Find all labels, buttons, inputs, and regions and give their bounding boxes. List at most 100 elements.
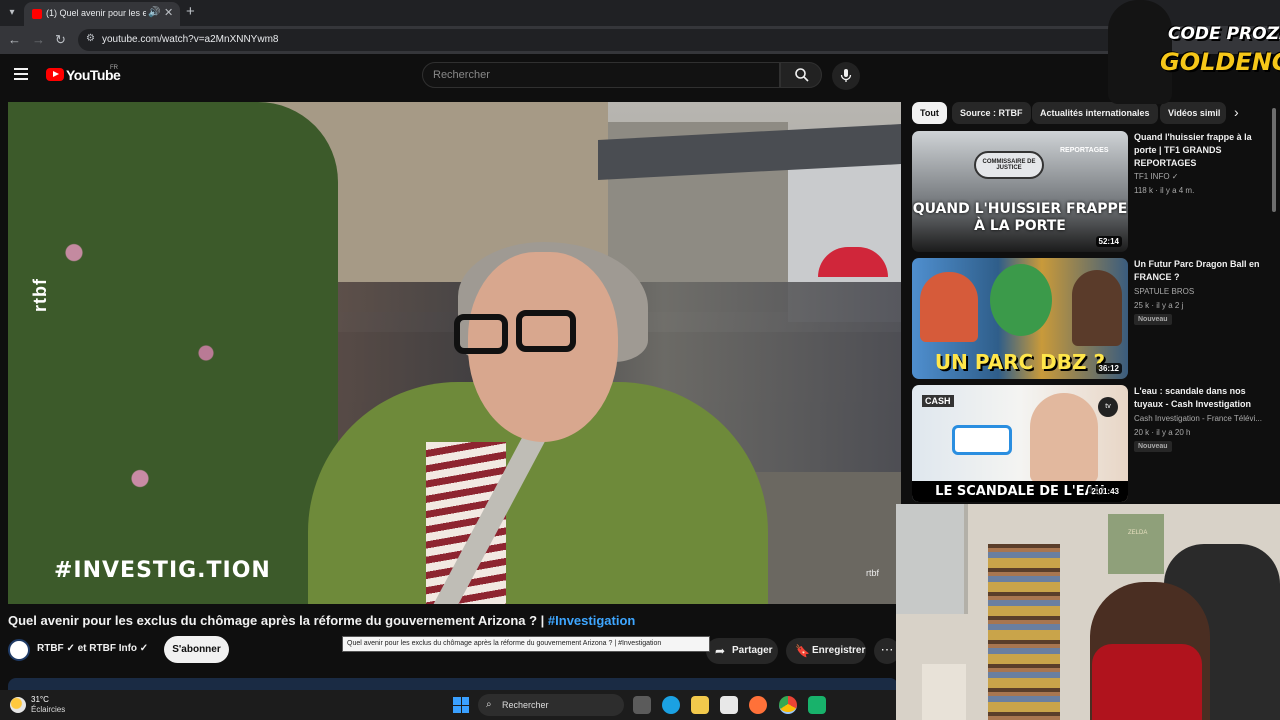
windows-taskbar: 31°C Éclaircies ⌕ Rechercher (0, 690, 896, 720)
recommendation-thumbnail[interactable]: UN PARC DBZ ? 36:12 (912, 258, 1128, 379)
chip-similar-videos[interactable]: Vidéos simil (1160, 102, 1226, 124)
browser-toolbar: ← → ↻ ⚙ youtube.com/watch?v=a2MnXNNYwm8 (0, 26, 1280, 54)
tv-logo-icon: tv (1098, 397, 1118, 417)
thumbnail-person (1030, 393, 1098, 483)
recommendation-meta: 25 k · il y a 2 j (1134, 301, 1184, 310)
new-tab-icon[interactable]: + (186, 3, 195, 20)
recommendation-thumbnail[interactable]: COMMISSAIRE DE JUSTICE REPORTAGES QUAND … (912, 131, 1128, 252)
share-button[interactable]: ➦ Partager (706, 638, 778, 664)
address-bar[interactable]: ⚙ youtube.com/watch?v=a2MnXNNYwm8 (78, 29, 1118, 51)
search-box (422, 62, 780, 88)
recommendation-title[interactable]: Quand l'huissier frappe à la porte | TF1… (1134, 131, 1264, 170)
task-view-icon[interactable] (633, 696, 651, 714)
overlay-text-line1: CODE PROZIS (1168, 24, 1280, 44)
chip-international-news[interactable]: Actualités internationales (1032, 102, 1158, 124)
chip-source-rtbf[interactable]: Source : RTBF (952, 102, 1031, 124)
video-glasses (454, 314, 508, 354)
video-flower-wall (8, 102, 338, 604)
stream-overlay-logo: CODE PROZIS GOLDENG (1108, 0, 1280, 104)
webcam-poster-text: ZELDA (1128, 530, 1148, 536)
subscribe-button[interactable]: S'abonner (164, 636, 229, 663)
windows-start-icon[interactable] (453, 697, 469, 713)
youtube-header: YouTube FR (0, 54, 1280, 98)
youtube-logo-icon[interactable] (46, 68, 64, 81)
thumbnail-tag: CASH (922, 395, 954, 407)
chrome-icon[interactable] (779, 696, 797, 714)
video-duration: 52:14 (1095, 236, 1122, 247)
channel-avatar[interactable] (8, 639, 30, 661)
share-icon: ➦ (715, 644, 726, 658)
search-input[interactable] (423, 63, 779, 87)
video-corner-logo: rtbf (866, 568, 880, 578)
save-label: Enregistrer (812, 645, 866, 656)
webcam-window (896, 504, 968, 614)
new-badge: Nouveau (1134, 314, 1172, 325)
audio-playing-icon[interactable]: 🔊 (148, 7, 160, 18)
thumbnail-person (920, 272, 978, 342)
firefox-icon[interactable] (749, 696, 767, 714)
thumbnail-dragon (990, 264, 1052, 336)
tab-title: (1) Quel avenir pour les exclus du chôma… (46, 8, 146, 18)
microphone-icon (840, 69, 852, 82)
thumbnail-tag: REPORTAGES (1060, 147, 1109, 154)
browser-tab-bar: ▾ (1) Quel avenir pour les exclus du chô… (0, 0, 1280, 26)
video-title: Quel avenir pour les exclus du chômage a… (8, 613, 635, 628)
video-player[interactable]: rtbf #INVESTIG.TION rtbf (8, 102, 901, 604)
recommendation-meta: 118 k · il y a 4 m. (1134, 186, 1195, 195)
file-explorer-icon[interactable] (691, 696, 709, 714)
webcam-box (922, 664, 966, 720)
search-button[interactable] (780, 62, 822, 88)
chip-all[interactable]: Tout (912, 102, 947, 124)
search-icon: ⌕ (486, 699, 492, 710)
video-investigation-logo: #INVESTIG.TION (54, 558, 271, 583)
recommendation-thumbnail[interactable]: CASH tv LE SCANDALE DE L'EAU 2:01:43 (912, 385, 1128, 502)
webcam-streamer-shirt (1092, 644, 1202, 720)
video-title-text: Quel avenir pour les exclus du chômage a… (8, 613, 548, 628)
forward-icon[interactable]: → (32, 32, 45, 47)
share-label: Partager (732, 645, 773, 656)
recommendation-title[interactable]: L'eau : scandale dans nos tuyaux - Cash … (1134, 385, 1264, 411)
title-tooltip: Quel avenir pour les exclus du chômage a… (342, 636, 710, 652)
taskbar-search-label: Rechercher (502, 700, 549, 710)
menu-icon[interactable] (14, 68, 28, 80)
close-tab-icon[interactable]: ✕ (164, 6, 173, 19)
tab-search-icon[interactable]: ▾ (4, 5, 20, 21)
bookmark-icon: 🔖 (795, 644, 810, 658)
url-text: youtube.com/watch?v=a2MnXNNYwm8 (102, 34, 279, 45)
chevron-right-icon[interactable]: › (1234, 104, 1239, 120)
weather-temperature[interactable]: 31°C (31, 695, 49, 704)
weather-icon[interactable] (10, 697, 26, 713)
thumbnail-person (1072, 270, 1122, 346)
save-button[interactable]: 🔖 Enregistrer (786, 638, 866, 664)
taskbar-search[interactable]: ⌕ Rechercher (478, 694, 624, 716)
back-icon[interactable]: ← (8, 32, 21, 47)
video-duration: 36:12 (1095, 363, 1122, 374)
webcam-bookshelf (988, 544, 1060, 720)
country-code: FR (110, 65, 118, 71)
webcam-poster (1108, 514, 1164, 574)
webcam-feed: ZELDA (896, 504, 1280, 720)
browser-tab[interactable]: (1) Quel avenir pour les exclus du chôma… (24, 2, 180, 26)
youtube-favicon-icon (32, 9, 42, 19)
recommendation-channel[interactable]: TF1 INFO ✓ (1134, 172, 1264, 181)
recommendation-meta: 20 k · il y a 20 h (1134, 428, 1191, 437)
search-icon (795, 68, 809, 82)
video-glasses (516, 310, 576, 352)
weather-description[interactable]: Éclaircies (31, 705, 65, 714)
voice-search-button[interactable] (832, 62, 860, 90)
video-duration: 2:01:43 (1088, 486, 1122, 497)
video-rtbf-watermark: rtbf (30, 278, 50, 312)
recommendation-channel[interactable]: Cash Investigation - France Télévi... (1134, 414, 1264, 423)
new-badge: Nouveau (1134, 441, 1172, 452)
reload-icon[interactable]: ↻ (55, 32, 66, 48)
hashtag-link[interactable]: #Investigation (548, 613, 635, 628)
store-icon[interactable] (720, 696, 738, 714)
edge-icon[interactable] (662, 696, 680, 714)
thumbnail-text: QUAND L'HUISSIER FRAPPE À LA PORTE (912, 201, 1128, 234)
channel-name[interactable]: RTBF ✓ et RTBF Info ✓ (37, 643, 148, 654)
recommendation-title[interactable]: Un Futur Parc Dragon Ball en FRANCE ? (1134, 258, 1264, 284)
recommendation-channel[interactable]: SPATULE BROS (1134, 287, 1264, 296)
sidebar-scrollbar[interactable] (1272, 108, 1276, 212)
site-info-icon[interactable]: ⚙ (86, 33, 95, 44)
app-icon[interactable] (808, 696, 826, 714)
